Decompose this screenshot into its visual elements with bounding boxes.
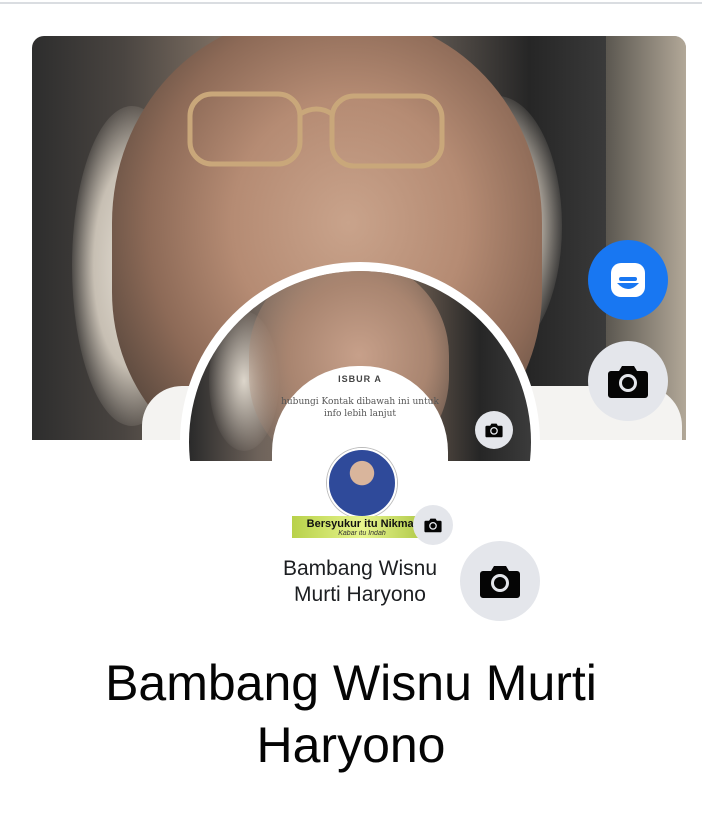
edit-cover-photo-button[interactable]: [588, 341, 668, 421]
profile-picture-screenshot: ISBUR A hubungi Kontak dibawah ini untuk…: [272, 366, 448, 613]
avatar-button[interactable]: [588, 240, 668, 320]
profile-picture-banner-subtext: Kabar itu Indah: [338, 530, 386, 537]
profile-picture-heading: ISBUR A: [338, 374, 382, 384]
camera-icon: [608, 366, 648, 398]
edit-profile-picture-button[interactable]: [460, 541, 540, 621]
profile-picture-avatar: [327, 448, 397, 518]
profile-name: Bambang Wisnu Murti Haryono: [105, 655, 597, 773]
top-divider: [0, 2, 702, 4]
avatar-icon: [611, 263, 645, 297]
profile-picture-camera-icon: [475, 411, 513, 449]
profile-picture-subtext: hubungi Kontak dibawah ini untuk info le…: [281, 397, 439, 419]
profile-picture-camera-icon: [413, 505, 453, 545]
cover-glasses: [187, 91, 445, 169]
profile-picture-banner: Bersyukur itu Nikmat Kabar itu Indah: [292, 516, 432, 538]
camera-icon: [480, 566, 520, 598]
profile-picture-inner-name: Bambang Wisnu Murti Haryono: [282, 557, 438, 606]
profile-picture-banner-text: Bersyukur itu Nikmat: [306, 518, 418, 530]
